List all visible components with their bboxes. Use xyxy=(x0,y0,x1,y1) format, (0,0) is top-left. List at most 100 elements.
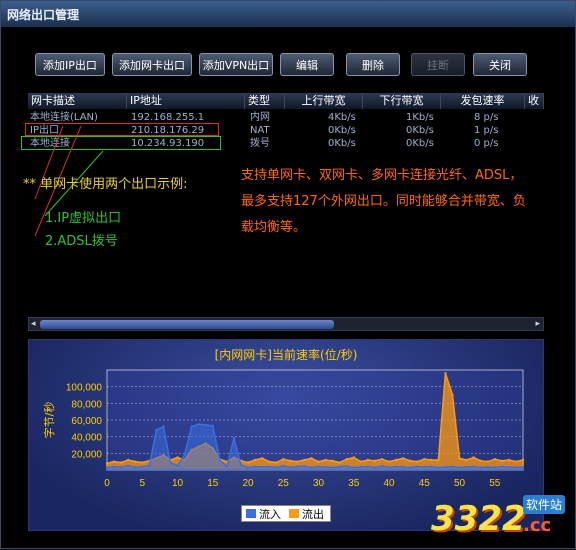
point-inflow xyxy=(162,425,165,428)
point-inflow xyxy=(253,465,257,468)
point-inflow xyxy=(267,465,271,468)
legend-swatch-outflow xyxy=(289,509,299,518)
point-outflow xyxy=(119,461,123,464)
legend-label-outflow: 流出 xyxy=(302,508,324,521)
point-inflow xyxy=(423,465,426,469)
x-tick-label: 15 xyxy=(207,478,219,489)
point-outflow xyxy=(275,461,278,464)
point-outflow xyxy=(289,459,292,463)
point-inflow xyxy=(465,465,468,469)
point-outflow xyxy=(472,456,475,459)
y-tick-label: 100,000 xyxy=(66,383,103,394)
watermark-domain: .cc xyxy=(523,515,552,536)
chart-legend: 流入 流出 xyxy=(241,505,331,522)
point-inflow xyxy=(204,423,207,427)
point-outflow xyxy=(176,456,179,459)
point-inflow xyxy=(134,466,137,469)
point-inflow xyxy=(500,465,504,468)
point-outflow xyxy=(345,457,348,461)
point-inflow xyxy=(303,465,306,468)
point-inflow xyxy=(126,464,130,468)
point-inflow xyxy=(507,465,511,469)
point-inflow xyxy=(317,465,320,468)
point-outflow xyxy=(521,458,525,462)
point-inflow xyxy=(275,466,278,469)
point-inflow xyxy=(141,465,144,468)
point-inflow xyxy=(338,465,341,468)
example-list: 1.IP虚拟出口 2.ADSL拨号 xyxy=(45,207,121,253)
point-inflow xyxy=(430,465,433,468)
scroll-right-icon[interactable]: ▸ xyxy=(535,318,540,330)
point-outflow xyxy=(408,459,412,463)
point-inflow xyxy=(183,453,186,457)
y-tick-label: 80,000 xyxy=(71,399,102,410)
example-item-ip: 1.IP虚拟出口 xyxy=(45,211,122,226)
point-outflow xyxy=(500,459,504,463)
legend-label-inflow: 流入 xyxy=(259,508,281,521)
point-outflow xyxy=(267,460,271,463)
point-inflow xyxy=(260,465,264,469)
point-outflow xyxy=(394,458,398,462)
point-inflow xyxy=(197,422,200,426)
point-outflow xyxy=(331,459,334,463)
point-outflow xyxy=(324,458,327,462)
point-inflow xyxy=(324,465,327,469)
point-inflow xyxy=(387,466,391,469)
point-inflow xyxy=(176,464,179,468)
point-outflow xyxy=(493,457,496,461)
point-inflow xyxy=(458,466,461,469)
point-outflow xyxy=(296,460,299,463)
point-inflow xyxy=(401,465,405,469)
x-tick-label: 30 xyxy=(313,478,325,489)
point-inflow xyxy=(246,466,250,469)
point-outflow xyxy=(359,460,363,463)
point-inflow xyxy=(190,425,193,428)
y-tick-label: 40,000 xyxy=(71,433,102,444)
point-outflow xyxy=(253,458,257,462)
point-outflow xyxy=(317,460,320,463)
horizontal-scrollbar[interactable]: ◂ ▸ xyxy=(28,317,544,331)
point-inflow xyxy=(211,424,214,428)
point-inflow xyxy=(225,465,229,468)
point-outflow xyxy=(338,461,341,464)
point-inflow xyxy=(218,458,222,462)
point-inflow xyxy=(380,465,384,468)
point-outflow xyxy=(260,457,264,460)
x-tick-label: 45 xyxy=(419,478,431,489)
watermark-logo: 3322 软件站 .cc xyxy=(431,491,571,547)
main-window: 网络出口管理 添加IP出口 添加网卡出口 添加VPN出口 编辑 删除 挂断 关闭… xyxy=(0,0,576,549)
point-outflow xyxy=(134,460,137,463)
point-outflow xyxy=(514,460,518,463)
point-outflow xyxy=(451,393,454,397)
watermark-site: 软件站 xyxy=(523,495,566,514)
point-inflow xyxy=(239,463,243,467)
point-inflow xyxy=(479,466,482,469)
example-item-adsl: 2.ADSL拨号 xyxy=(45,234,118,249)
point-outflow xyxy=(387,460,391,463)
point-outflow xyxy=(310,457,313,460)
point-inflow xyxy=(289,466,292,469)
legend-swatch-inflow xyxy=(246,509,256,518)
point-outflow xyxy=(126,458,130,462)
point-outflow xyxy=(303,458,306,462)
point-outflow xyxy=(465,458,468,462)
point-inflow xyxy=(148,464,151,468)
point-inflow xyxy=(514,466,518,469)
x-tick-label: 55 xyxy=(489,478,501,489)
scroll-thumb[interactable] xyxy=(40,320,334,329)
point-outflow xyxy=(401,457,405,460)
point-outflow xyxy=(416,460,419,463)
point-inflow xyxy=(345,465,348,468)
point-outflow xyxy=(373,459,377,463)
point-inflow xyxy=(486,465,489,469)
point-inflow xyxy=(282,464,285,468)
point-outflow xyxy=(246,461,250,464)
scroll-left-icon[interactable]: ◂ xyxy=(31,318,36,330)
x-tick-label: 40 xyxy=(383,478,395,489)
point-inflow xyxy=(521,465,525,469)
example-heading: ** 单网卡使用两个出口示例: xyxy=(23,177,188,192)
point-inflow xyxy=(366,465,370,468)
point-inflow xyxy=(352,466,355,469)
x-tick-label: 25 xyxy=(278,478,290,489)
x-tick-label: 35 xyxy=(348,478,360,489)
